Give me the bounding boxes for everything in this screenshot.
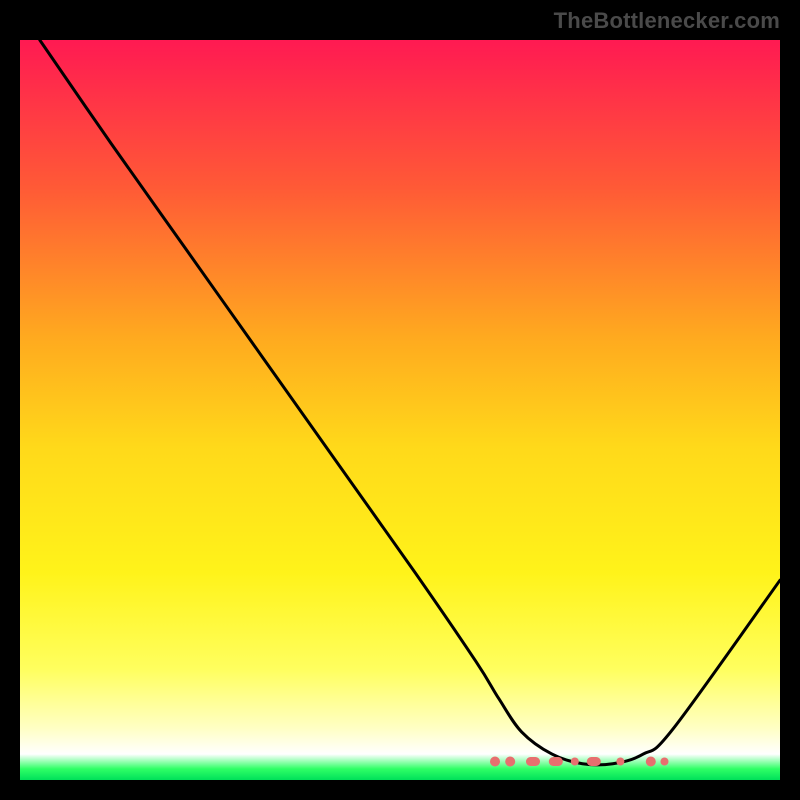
marker-pill	[587, 757, 601, 766]
marker-dot	[660, 758, 668, 766]
bottleneck-curve	[40, 40, 780, 765]
chart-frame: TheBottlenecker.com	[0, 0, 800, 800]
curve-layer	[20, 40, 780, 780]
marker-dot	[505, 757, 515, 767]
marker-pill	[549, 757, 563, 766]
highlighted-points	[490, 757, 668, 767]
plot-area	[20, 40, 780, 780]
marker-dot	[490, 757, 500, 767]
marker-dot	[646, 757, 656, 767]
marker-dot	[616, 758, 624, 766]
watermark-text: TheBottlenecker.com	[554, 8, 780, 34]
marker-dot	[571, 758, 579, 766]
marker-pill	[526, 757, 540, 766]
